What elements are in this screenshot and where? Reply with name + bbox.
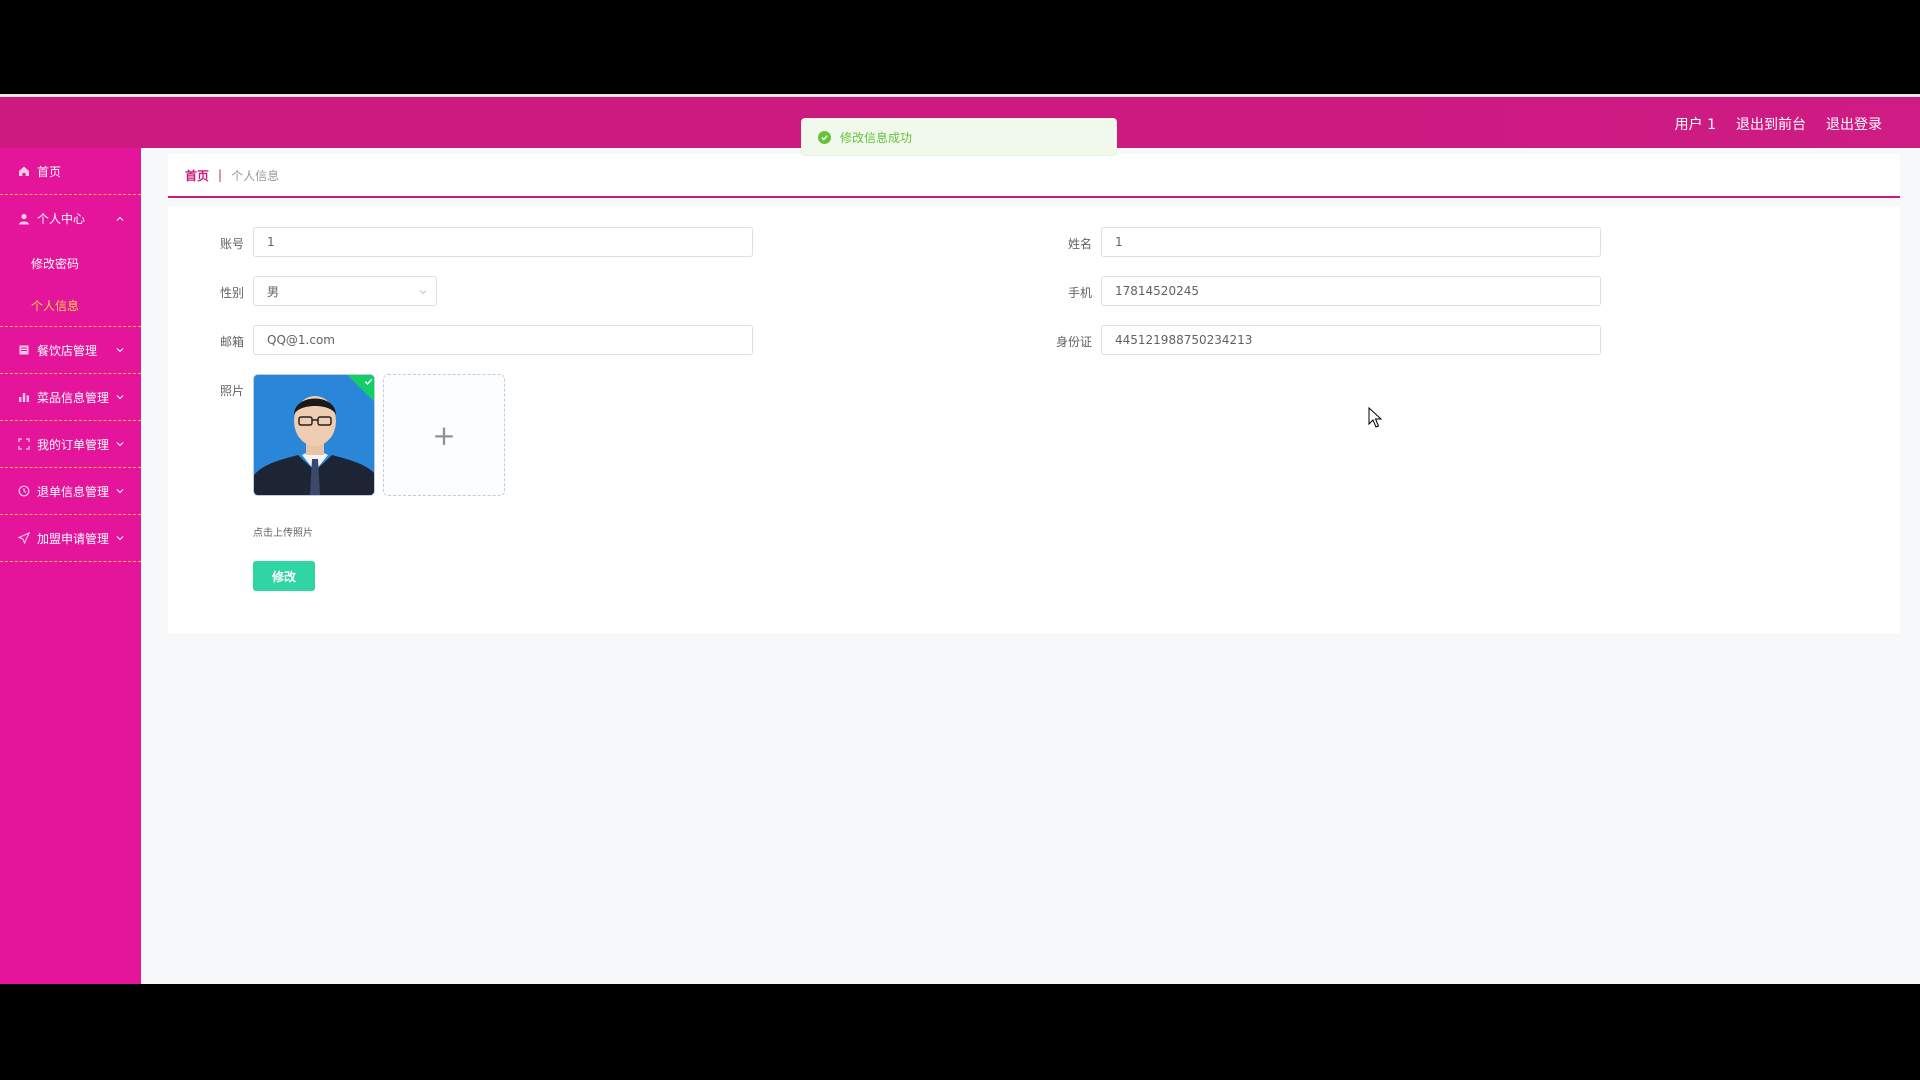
fullscreen-icon (18, 438, 30, 450)
chevron-down-icon (116, 348, 124, 353)
gender-select[interactable]: 男 (253, 276, 437, 306)
success-toast: 修改信息成功 (801, 118, 1117, 156)
clock-icon (18, 485, 30, 497)
check-icon (364, 378, 373, 385)
email-label: 邮箱 (219, 335, 244, 349)
sidebar-item-change-password[interactable]: 修改密码 (0, 242, 141, 284)
sidebar-item-label: 首页 (37, 164, 62, 179)
chevron-down-icon (116, 536, 124, 541)
uploaded-photo[interactable] (253, 374, 375, 496)
account-input[interactable]: 1 (253, 227, 753, 257)
plus-icon: + (432, 418, 456, 452)
profile-form: 账号 1 姓名 1 性别 男 手机 17814520245 邮箱 QQ@1.co… (168, 206, 1900, 634)
top-bar: 修改信息成功 用户 1 退出到前台 退出登录 (0, 94, 1920, 156)
sidebar-item-restaurant[interactable]: 餐饮店管理 (0, 327, 141, 374)
idcard-label: 身份证 (1055, 335, 1092, 349)
sidebar-group-personal: 个人中心 修改密码 个人信息 (0, 195, 141, 327)
success-check-icon (818, 130, 831, 144)
chevron-down-icon (116, 442, 124, 447)
phone-label: 手机 (1067, 286, 1092, 300)
sidebar-item-label: 我的订单管理 (37, 437, 110, 452)
sidebar-item-dishes[interactable]: 菜品信息管理 (0, 374, 141, 421)
sidebar-item-personal-info[interactable]: 个人信息 (0, 284, 141, 326)
name-input[interactable]: 1 (1101, 227, 1601, 257)
submit-button[interactable]: 修改 (253, 561, 315, 591)
sidebar-item-label: 个人中心 (37, 212, 86, 226)
home-icon (18, 165, 30, 177)
sidebar-item-franchise[interactable]: 加盟申请管理 (0, 515, 141, 562)
email-input[interactable]: QQ@1.com (253, 325, 753, 355)
photo-label: 照片 (219, 384, 244, 398)
chevron-down-icon (116, 489, 124, 494)
main-content: 首页 | 个人信息 账号 1 姓名 1 性别 男 手机 17814520245 … (168, 154, 1900, 634)
app-window: 修改信息成功 用户 1 退出到前台 退出登录 首页 个人中心 修改密码 个人信息 (0, 94, 1920, 984)
portrait-image (254, 375, 374, 495)
phone-input[interactable]: 17814520245 (1101, 276, 1601, 306)
send-icon (18, 532, 30, 544)
toast-message: 修改信息成功 (840, 130, 913, 145)
sidebar-item-personal-center[interactable]: 个人中心 (0, 195, 141, 242)
mouse-cursor-icon (1368, 407, 1382, 428)
breadcrumb-separator: | (218, 168, 223, 182)
chevron-down-icon (116, 395, 124, 400)
name-label: 姓名 (1067, 237, 1092, 251)
sidebar-item-label: 加盟申请管理 (37, 531, 110, 546)
sidebar-item-label: 菜品信息管理 (37, 390, 110, 405)
logout-link[interactable]: 退出登录 (1826, 114, 1882, 134)
user-icon (18, 213, 30, 225)
chevron-down-icon (419, 290, 427, 295)
bar-chart-icon (18, 391, 30, 403)
gender-select-value: 男 (267, 284, 280, 299)
sidebar: 首页 个人中心 修改密码 个人信息 餐饮店管理 菜品信息管理 我的订单管理 退单… (0, 148, 141, 984)
sidebar-item-label: 退单信息管理 (37, 484, 110, 499)
store-icon (18, 344, 30, 356)
sidebar-item-label: 餐饮店管理 (37, 343, 98, 358)
sidebar-item-orders[interactable]: 我的订单管理 (0, 421, 141, 468)
back-to-frontend-link[interactable]: 退出到前台 (1736, 114, 1806, 134)
sidebar-item-refunds[interactable]: 退单信息管理 (0, 468, 141, 515)
breadcrumb-home[interactable]: 首页 (185, 167, 209, 184)
account-label: 账号 (219, 237, 244, 251)
current-user-link[interactable]: 用户 1 (1675, 114, 1716, 134)
chevron-up-icon (116, 216, 124, 221)
sidebar-item-home[interactable]: 首页 (0, 148, 141, 195)
breadcrumb-current: 个人信息 (231, 168, 280, 183)
upload-hint: 点击上传照片 (253, 528, 313, 539)
idcard-input[interactable]: 445121988750234213 (1101, 325, 1601, 355)
top-links: 用户 1 退出到前台 退出登录 (1675, 97, 1882, 151)
gender-label: 性别 (219, 286, 244, 300)
upload-photo-button[interactable]: + (383, 374, 505, 496)
breadcrumb: 首页 | 个人信息 (168, 154, 1900, 198)
